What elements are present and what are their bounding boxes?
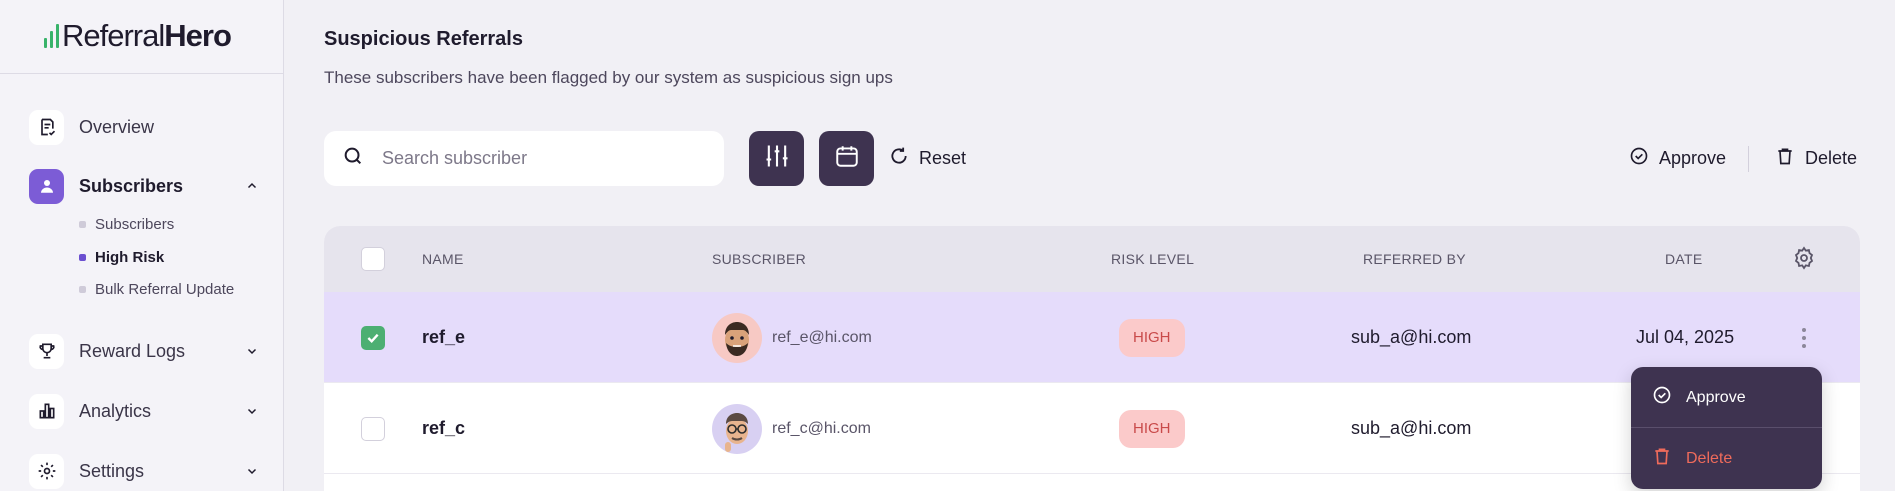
reset-label: Reset xyxy=(919,148,967,168)
row-name: ref_c xyxy=(422,418,466,438)
table-row[interactable]: ref_c ref_c@hi.com HIGH sub_a@hi.com xyxy=(324,383,1860,474)
sidebar-subitem-label: High Risk xyxy=(95,248,165,266)
bullet-icon xyxy=(79,220,86,228)
risk-badge: HIGH xyxy=(1119,318,1185,357)
logo-bars-icon xyxy=(44,24,59,48)
row-email: ref_e@hi.com xyxy=(772,328,872,346)
column-settings-button[interactable] xyxy=(1792,226,1816,292)
menu-approve-button[interactable]: Approve xyxy=(1631,367,1822,428)
sidebar-subitem-bulk-referral-update[interactable]: Bulk Referral Update xyxy=(79,279,234,299)
avatar xyxy=(712,312,762,363)
column-header-subscriber[interactable]: SUBSCRIBER xyxy=(712,226,806,292)
risk-badge: HIGH xyxy=(1119,409,1185,448)
sidebar-item-analytics[interactable]: Analytics xyxy=(29,393,259,429)
column-header-date[interactable]: DATE xyxy=(1665,226,1703,292)
sidebar-item-subscribers[interactable]: Subscribers xyxy=(29,168,259,204)
search-box[interactable] xyxy=(324,131,724,186)
sidebar-subitem-subscribers[interactable]: Subscribers xyxy=(79,214,174,234)
reset-button[interactable]: Reset xyxy=(889,146,966,171)
gear-icon xyxy=(29,453,64,489)
table-header: NAME SUBSCRIBER RISK LEVEL REFERRED BY D… xyxy=(324,226,1860,292)
approve-selected-button[interactable]: Approve xyxy=(1629,146,1726,171)
menu-approve-label: Approve xyxy=(1686,388,1746,406)
sidebar-subitem-high-risk[interactable]: High Risk xyxy=(79,247,164,267)
bullet-icon xyxy=(79,253,86,261)
search-icon xyxy=(342,145,364,172)
chevron-down-icon[interactable] xyxy=(245,404,259,418)
chevron-down-icon[interactable] xyxy=(245,344,259,358)
sidebar-item-reward-logs[interactable]: Reward Logs xyxy=(29,333,259,369)
brand-name-bold: Hero xyxy=(164,18,232,53)
delete-selected-button[interactable]: Delete xyxy=(1775,146,1857,171)
row-referred-by: sub_a@hi.com xyxy=(1351,327,1472,347)
row-subscriber: ref_c@hi.com xyxy=(712,383,871,474)
refresh-icon xyxy=(889,146,909,171)
select-all-cell xyxy=(361,226,385,292)
sidebar-divider xyxy=(0,73,284,74)
menu-delete-label: Delete xyxy=(1686,449,1733,467)
row-checkbox[interactable] xyxy=(361,325,385,350)
document-check-icon xyxy=(29,109,64,145)
row-email: ref_c@hi.com xyxy=(772,419,871,437)
row-select-cell xyxy=(361,383,385,474)
sidebar-item-overview[interactable]: Overview xyxy=(29,109,259,145)
sidebar: Referral Hero Overview Subscribers Subscr… xyxy=(0,0,284,491)
date-filter-button[interactable] xyxy=(819,131,874,186)
avatar xyxy=(712,403,762,454)
menu-delete-button[interactable]: Delete xyxy=(1631,428,1822,489)
sliders-icon xyxy=(763,142,791,175)
check-circle-icon xyxy=(1629,146,1649,171)
select-all-checkbox[interactable] xyxy=(361,247,385,271)
bullet-icon xyxy=(79,285,86,293)
gear-icon xyxy=(1792,245,1816,273)
chevron-up-icon[interactable] xyxy=(245,179,259,193)
page-subtitle: These subscribers have been flagged by o… xyxy=(324,68,893,87)
sidebar-item-label: Reward Logs xyxy=(79,340,186,361)
approve-label: Approve xyxy=(1659,148,1727,168)
filter-button[interactable] xyxy=(749,131,804,186)
more-vertical-icon[interactable] xyxy=(1794,323,1814,353)
subscribers-table: NAME SUBSCRIBER RISK LEVEL REFERRED BY D… xyxy=(324,226,1860,491)
sidebar-subitem-label: Subscribers xyxy=(95,215,175,233)
column-header-referred-by[interactable]: REFERRED BY xyxy=(1363,226,1466,292)
brand-name-regular: Referral xyxy=(62,18,165,53)
sidebar-item-label: Subscribers xyxy=(79,175,184,196)
row-actions-menu: Approve Delete xyxy=(1631,367,1822,489)
row-risk: HIGH xyxy=(1119,292,1185,383)
row-referred-by: sub_a@hi.com xyxy=(1351,418,1472,438)
brand-logo[interactable]: Referral Hero xyxy=(44,18,232,54)
sidebar-item-label: Analytics xyxy=(79,400,152,421)
bar-chart-icon xyxy=(29,393,64,429)
row-risk: HIGH xyxy=(1119,383,1185,474)
column-header-risk-level[interactable]: RISK LEVEL xyxy=(1111,226,1194,292)
chevron-down-icon[interactable] xyxy=(245,464,259,478)
checkmark-icon xyxy=(367,333,379,343)
delete-label: Delete xyxy=(1805,148,1858,168)
row-select-cell xyxy=(361,292,385,383)
trophy-icon xyxy=(29,333,64,369)
toolbar-divider xyxy=(1748,146,1749,172)
page-title: Suspicious Referrals xyxy=(324,28,523,50)
trash-icon xyxy=(1652,446,1672,471)
sidebar-subitem-label: Bulk Referral Update xyxy=(95,280,235,298)
user-icon xyxy=(29,168,64,204)
row-checkbox[interactable] xyxy=(361,416,385,441)
check-circle-icon xyxy=(1652,385,1672,410)
search-input[interactable] xyxy=(382,148,702,169)
row-name: ref_e xyxy=(422,327,466,347)
calendar-icon xyxy=(834,143,860,174)
sidebar-item-label: Settings xyxy=(79,460,145,481)
table-row[interactable]: ref_e ref_e@hi.com HIGH sub_a@hi.com Jul… xyxy=(324,292,1860,383)
column-header-name[interactable]: NAME xyxy=(422,226,464,292)
trash-icon xyxy=(1775,146,1795,171)
sidebar-item-settings[interactable]: Settings xyxy=(29,453,259,489)
row-subscriber: ref_e@hi.com xyxy=(712,292,872,383)
sidebar-item-label: Overview xyxy=(79,116,155,137)
